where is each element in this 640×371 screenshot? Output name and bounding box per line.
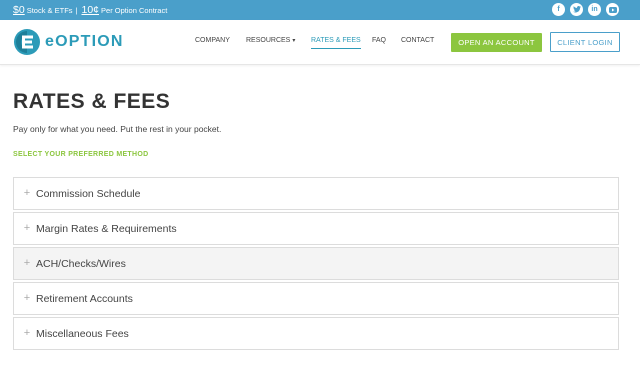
social-links: f in (552, 3, 619, 16)
twitter-icon[interactable] (570, 3, 583, 16)
promo-separator: | (75, 5, 78, 15)
promo-bar: $0 Stock & ETFs | 10¢ Per Option Contrac… (0, 0, 640, 20)
plus-icon: + (23, 327, 31, 339)
option-text: Per Option Contract (101, 5, 168, 15)
accordion-label: Retirement Accounts (36, 292, 133, 305)
plus-icon: + (23, 257, 31, 269)
chevron-down-icon: ▾ (292, 38, 296, 44)
nav-contact[interactable]: CONTACT (401, 37, 434, 44)
accordion-label: Miscellaneous Fees (36, 327, 129, 340)
nav-faq[interactable]: FAQ (372, 37, 386, 44)
facebook-icon[interactable]: f (552, 3, 565, 16)
plus-icon: + (23, 187, 31, 199)
stock-price: $0 (13, 4, 25, 16)
open-account-button[interactable]: OPEN AN ACCOUNT (451, 33, 542, 52)
youtube-icon[interactable] (606, 3, 619, 16)
eoption-logo-icon (14, 29, 40, 55)
option-price: 10¢ (81, 4, 100, 16)
method-label: SELECT YOUR PREFERRED METHOD (13, 151, 149, 158)
client-login-button[interactable]: CLIENT LOGIN (550, 32, 620, 52)
logo[interactable]: eOPTION (13, 28, 124, 56)
accordion-label: Margin Rates & Requirements (36, 222, 177, 235)
page-subtitle: Pay only for what you need. Put the rest… (13, 124, 222, 134)
nav-company[interactable]: COMPANY (195, 37, 230, 44)
logo-text: eOPTION (45, 33, 124, 50)
stock-text: Stock & ETFs (26, 5, 73, 15)
promo-text: $0 Stock & ETFs | 10¢ Per Option Contrac… (13, 0, 167, 20)
plus-icon: + (23, 222, 31, 234)
linkedin-icon[interactable]: in (588, 3, 601, 16)
accordion-item-ach-checks-wires[interactable]: + ACH/Checks/Wires (13, 247, 619, 280)
accordion-item-miscellaneous-fees[interactable]: + Miscellaneous Fees (13, 317, 619, 350)
page-title: RATES & FEES (13, 90, 171, 113)
plus-icon: + (23, 292, 31, 304)
accordion-label: Commission Schedule (36, 187, 141, 200)
nav-resources[interactable]: RESOURCES ▾ (246, 37, 295, 44)
accordion-item-retirement-accounts[interactable]: + Retirement Accounts (13, 282, 619, 315)
nav-rates-fees[interactable]: RATES & FEES (311, 37, 361, 49)
nav-resources-label: RESOURCES (246, 37, 291, 44)
accordion-item-margin-rates[interactable]: + Margin Rates & Requirements (13, 212, 619, 245)
accordion-label: ACH/Checks/Wires (36, 257, 126, 270)
accordion-item-commission-schedule[interactable]: + Commission Schedule (13, 177, 619, 210)
